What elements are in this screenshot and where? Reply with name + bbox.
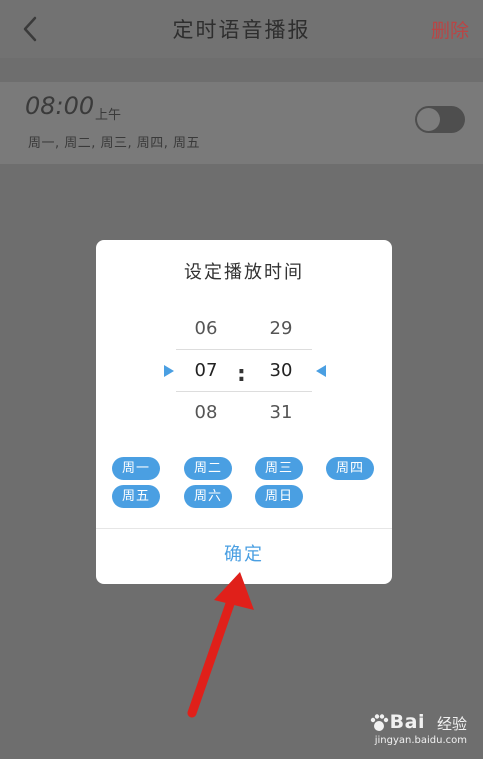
day-chip-wed[interactable]: 周三 [255,457,303,480]
hour-option-selected[interactable]: 07 [186,360,226,381]
dialog-title: 设定播放时间 [184,262,304,283]
page-title: 定时语音播报 [172,18,311,42]
watermark-suffix: 经验 [436,715,467,733]
selection-arrow-right-icon [164,365,174,377]
day-chip-thu[interactable]: 周四 [326,457,374,480]
hour-option-next[interactable]: 08 [186,402,226,423]
alarm-ampm: 上午 [95,108,122,123]
alarm-time: 08:00 [25,92,95,120]
alarm-days: 周一, 周二, 周三, 周四, 周五 [28,136,201,151]
selection-arrow-left-icon [316,365,326,377]
picker-line-top [176,349,312,350]
watermark: Bai 经验 jingyan.baidu.com [357,711,467,747]
day-chip-sat[interactable]: 周六 [184,485,232,508]
day-chip-sun[interactable]: 周日 [255,485,303,508]
watermark-brand: Bai [389,711,425,733]
time-separator: : [237,362,246,387]
watermark-url: jingyan.baidu.com [374,735,467,746]
alarm-list-item[interactable]: 08:00 上午 周一, 周二, 周三, 周四, 周五 [0,82,483,164]
minute-option-next[interactable]: 31 [261,402,301,423]
time-picker-dialog: 设定播放时间 06 07 08 29 30 31 : 周一 周二 周三 周四 周… [96,240,392,584]
annotation-arrow-icon [187,572,254,718]
paw-logo-icon [370,714,389,731]
app-header: 定时语音播报 删除 [0,0,483,58]
minute-option-selected[interactable]: 30 [261,360,301,381]
delete-button[interactable]: 删除 [431,16,469,43]
day-chip-tue[interactable]: 周二 [184,457,232,480]
picker-line-bottom [176,391,312,392]
toggle-knob [417,108,440,131]
minute-option-prev[interactable]: 29 [261,318,301,339]
alarm-toggle[interactable] [415,106,465,133]
day-chip-fri[interactable]: 周五 [112,485,160,508]
hour-option-prev[interactable]: 06 [186,318,226,339]
day-chip-mon[interactable]: 周一 [112,457,160,480]
